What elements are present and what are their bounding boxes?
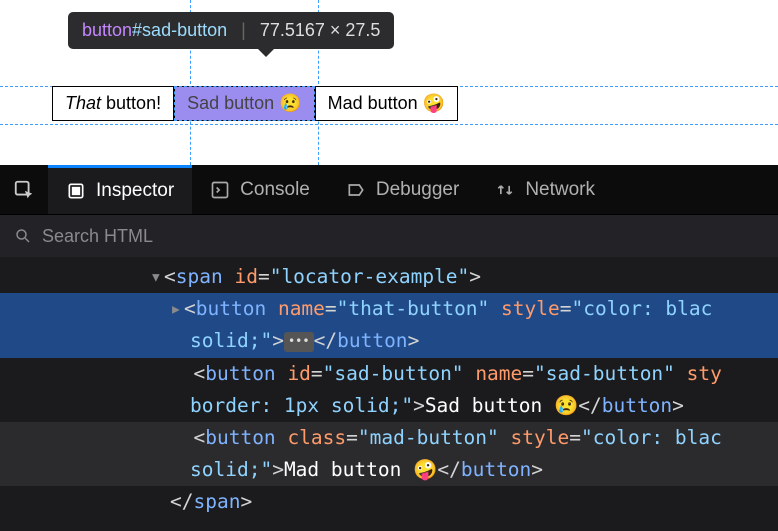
tab-network[interactable]: Network	[477, 165, 613, 214]
guide-bottom	[0, 124, 778, 125]
dom-that-button-cont[interactable]: solid;">•••</button>	[0, 325, 778, 357]
dom-tree[interactable]: ▾<span id="locator-example"> ▸<button na…	[0, 257, 778, 518]
search-placeholder: Search HTML	[42, 226, 153, 247]
devtools-tabs: Inspector Console Debugger Network	[0, 165, 778, 215]
network-icon	[495, 180, 515, 200]
dom-that-button[interactable]: ▸<button name="that-button" style="color…	[0, 293, 778, 325]
tooltip-separator: |	[241, 20, 246, 41]
dom-span-open[interactable]: ▾<span id="locator-example">	[0, 261, 778, 293]
element-picker-icon[interactable]	[0, 179, 48, 201]
tab-label: Inspector	[96, 180, 174, 202]
tab-inspector[interactable]: Inspector	[48, 165, 192, 214]
tooltip-dimensions: 77.5167 × 27.5	[260, 20, 381, 41]
element-tooltip: button#sad-button | 77.5167 × 27.5	[68, 12, 394, 49]
tab-label: Network	[525, 179, 595, 201]
dom-sad-button-cont[interactable]: border: 1px solid;">Sad button 😢</button…	[0, 390, 778, 422]
tab-debugger[interactable]: Debugger	[328, 165, 477, 214]
devtools-panel: Inspector Console Debugger Network Searc…	[0, 165, 778, 531]
dom-mad-button[interactable]: <button class="mad-button" style="color:…	[0, 422, 778, 454]
inspector-icon	[66, 181, 86, 201]
debugger-icon	[346, 180, 366, 200]
dom-sad-button[interactable]: <button id="sad-button" name="sad-button…	[0, 358, 778, 390]
sad-button[interactable]: Sad button 😢	[174, 86, 315, 121]
mad-button[interactable]: Mad button 🤪	[315, 86, 458, 121]
that-button[interactable]: That button!	[52, 86, 174, 121]
search-icon	[14, 227, 32, 245]
dom-mad-button-cont[interactable]: solid;">Mad button 🤪</button>	[0, 454, 778, 486]
tab-label: Console	[240, 179, 310, 201]
tab-label: Debugger	[376, 179, 459, 201]
ellipsis-icon[interactable]: •••	[284, 332, 314, 352]
twisty-icon[interactable]: ▸	[170, 293, 184, 325]
twisty-icon[interactable]: ▾	[150, 261, 164, 293]
dom-span-close[interactable]: </span>	[0, 486, 778, 518]
tab-console[interactable]: Console	[192, 165, 328, 214]
search-html[interactable]: Search HTML	[0, 215, 778, 257]
tooltip-selector: button#sad-button	[82, 20, 227, 41]
rendered-page: button#sad-button | 77.5167 × 27.5 That …	[0, 0, 778, 165]
console-icon	[210, 180, 230, 200]
button-row: That button! Sad button 😢 Mad button 🤪	[52, 86, 458, 121]
